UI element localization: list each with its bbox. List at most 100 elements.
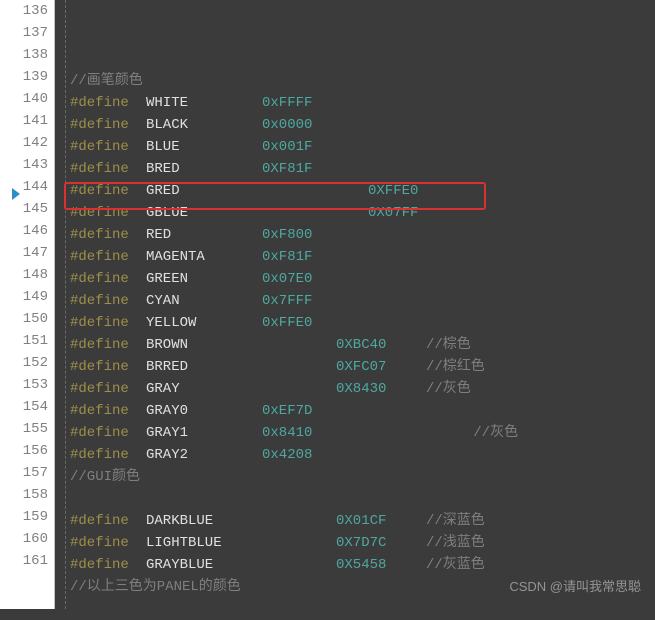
code-token: 0XFFE0 bbox=[368, 183, 418, 199]
line-number[interactable]: 145 bbox=[6, 198, 48, 220]
line-number[interactable]: 150 bbox=[6, 308, 48, 330]
code-token: BLACK bbox=[146, 114, 262, 136]
line-number[interactable]: 143 bbox=[6, 154, 48, 176]
breakpoint-indicator-icon bbox=[12, 188, 20, 200]
code-token: //浅蓝色 bbox=[426, 535, 485, 551]
code-token: #define bbox=[70, 290, 146, 312]
code-token: #define bbox=[70, 334, 146, 356]
code-token: #define bbox=[70, 356, 146, 378]
code-line[interactable]: #define GREEN0x07E0 bbox=[70, 268, 655, 290]
code-token: BROWN bbox=[146, 334, 262, 356]
code-editor[interactable]: 1361371381391401411421431441451461471481… bbox=[0, 0, 655, 609]
code-token: #define bbox=[70, 224, 146, 246]
code-line[interactable] bbox=[70, 488, 655, 510]
code-token: GREEN bbox=[146, 268, 262, 290]
line-number[interactable]: 158 bbox=[6, 484, 48, 506]
code-token: GRAY1 bbox=[146, 422, 262, 444]
code-line[interactable]: #define MAGENTA0xF81F bbox=[70, 246, 655, 268]
code-token: //深蓝色 bbox=[426, 513, 485, 529]
line-number[interactable]: 149 bbox=[6, 286, 48, 308]
line-number[interactable]: 140 bbox=[6, 88, 48, 110]
code-line[interactable]: #define BLUE0x001F bbox=[70, 136, 655, 158]
line-number[interactable]: 136 bbox=[6, 0, 48, 22]
code-line[interactable]: #define YELLOW0xFFE0 bbox=[70, 312, 655, 334]
line-number[interactable]: 137 bbox=[6, 22, 48, 44]
line-number[interactable]: 157 bbox=[6, 462, 48, 484]
line-number-gutter[interactable]: 1361371381391401411421431441451461471481… bbox=[0, 0, 55, 609]
code-token: //灰蓝色 bbox=[426, 557, 485, 573]
code-token: BRRED bbox=[146, 356, 262, 378]
fold-margin[interactable] bbox=[55, 0, 66, 609]
line-number[interactable]: 142 bbox=[6, 132, 48, 154]
code-token: LIGHTBLUE bbox=[146, 532, 262, 554]
line-number[interactable]: 147 bbox=[6, 242, 48, 264]
line-number[interactable]: 146 bbox=[6, 220, 48, 242]
code-line[interactable]: #define DARKBLUE0X01CF//深蓝色 bbox=[70, 510, 655, 532]
code-line[interactable]: #define BRED0XF81F bbox=[70, 158, 655, 180]
line-number[interactable]: 155 bbox=[6, 418, 48, 440]
code-line[interactable]: #define GRAYBLUE0X5458//灰蓝色 bbox=[70, 554, 655, 576]
code-line[interactable]: #define LIGHTBLUE0X7D7C//浅蓝色 bbox=[70, 532, 655, 554]
code-token: 0X01CF bbox=[336, 510, 426, 532]
code-token: #define bbox=[70, 312, 146, 334]
code-token: //灰色 bbox=[426, 381, 471, 397]
code-token: //画笔颜色 bbox=[70, 73, 143, 89]
line-number[interactable]: 153 bbox=[6, 374, 48, 396]
code-line[interactable]: #define RED0xF800 bbox=[70, 224, 655, 246]
code-line[interactable]: #define BLACK0x0000 bbox=[70, 114, 655, 136]
code-token: 0x7FFF bbox=[262, 293, 312, 309]
code-token: #define bbox=[70, 554, 146, 576]
line-number[interactable]: 161 bbox=[6, 550, 48, 572]
code-line[interactable] bbox=[70, 48, 655, 70]
code-token: CYAN bbox=[146, 290, 262, 312]
code-token: 0XFC07 bbox=[336, 356, 426, 378]
code-token: 0xFFFF bbox=[262, 95, 312, 111]
code-token: 0x001F bbox=[262, 139, 312, 155]
code-token: GBLUE bbox=[146, 202, 262, 224]
code-token: #define bbox=[70, 400, 146, 422]
code-token: BRED bbox=[146, 158, 262, 180]
code-line[interactable]: #define GRAY10x8410 //灰色 bbox=[70, 422, 655, 444]
code-line[interactable]: #define GRAY0X8430//灰色 bbox=[70, 378, 655, 400]
line-number[interactable]: 151 bbox=[6, 330, 48, 352]
code-line[interactable]: //以上三色为PANEL的颜色 bbox=[70, 576, 655, 598]
code-line[interactable]: #define GRED0XFFE0 bbox=[70, 180, 655, 202]
line-number[interactable]: 159 bbox=[6, 506, 48, 528]
code-token: WHITE bbox=[146, 92, 262, 114]
code-token: #define bbox=[70, 268, 146, 290]
code-line[interactable]: #define BROWN0XBC40//棕色 bbox=[70, 334, 655, 356]
code-token: 0xFFE0 bbox=[262, 315, 312, 331]
code-token: 0XBC40 bbox=[336, 334, 426, 356]
line-number[interactable]: 138 bbox=[6, 44, 48, 66]
code-line[interactable]: #define CYAN0x7FFF bbox=[70, 290, 655, 312]
code-line[interactable] bbox=[70, 598, 655, 620]
code-line[interactable]: #define GRAY00xEF7D bbox=[70, 400, 655, 422]
line-number[interactable]: 139 bbox=[6, 66, 48, 88]
code-line[interactable]: #define BRRED 0XFC07//棕红色 bbox=[70, 356, 655, 378]
line-number[interactable]: 156 bbox=[6, 440, 48, 462]
code-token: #define bbox=[70, 532, 146, 554]
code-area[interactable]: //画笔颜色#define WHITE0xFFFF#define BLACK0x… bbox=[66, 0, 655, 609]
code-line[interactable]: #define GRAY20x4208 bbox=[70, 444, 655, 466]
line-number[interactable]: 141 bbox=[6, 110, 48, 132]
code-line[interactable]: #define WHITE0xFFFF bbox=[70, 92, 655, 114]
code-token: 0X07FF bbox=[368, 205, 418, 221]
code-token: YELLOW bbox=[146, 312, 262, 334]
code-line[interactable]: //GUI颜色 bbox=[70, 466, 655, 488]
line-number[interactable]: 160 bbox=[6, 528, 48, 550]
code-token: GRAY2 bbox=[146, 444, 262, 466]
line-number[interactable]: 154 bbox=[6, 396, 48, 418]
code-token: #define bbox=[70, 246, 146, 268]
code-token: #define bbox=[70, 114, 146, 136]
code-line[interactable]: #define GBLUE0X07FF bbox=[70, 202, 655, 224]
code-token: 0xF800 bbox=[262, 227, 312, 243]
line-number[interactable]: 152 bbox=[6, 352, 48, 374]
code-line[interactable]: //画笔颜色 bbox=[70, 70, 655, 92]
code-token: GRED bbox=[146, 180, 262, 202]
code-token: GRAYBLUE bbox=[146, 554, 262, 576]
code-token: //棕红色 bbox=[426, 359, 485, 375]
code-token: #define bbox=[70, 444, 146, 466]
code-token: 0XF81F bbox=[262, 161, 312, 177]
line-number[interactable]: 148 bbox=[6, 264, 48, 286]
code-token: #define bbox=[70, 510, 146, 532]
